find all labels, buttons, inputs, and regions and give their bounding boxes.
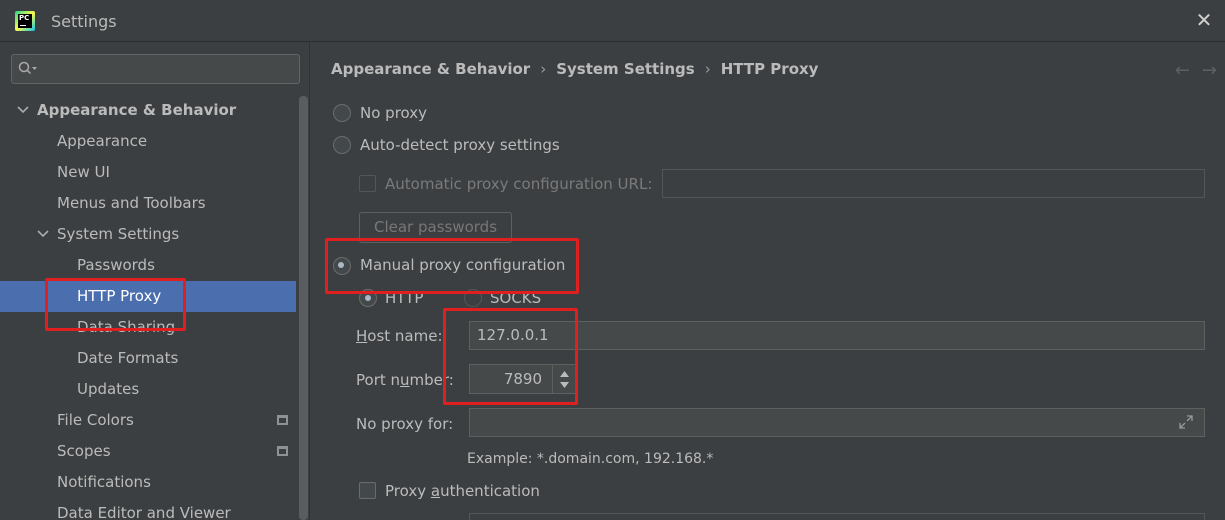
pycharm-app-icon: PC <box>15 11 35 31</box>
manual-proxy-radio-dot <box>333 257 351 275</box>
breadcrumb-item: HTTP Proxy <box>720 60 819 78</box>
host-name-input[interactable]: 127.0.0.1 <box>469 321 1205 350</box>
tree-item-label: System Settings <box>57 225 180 243</box>
tree-item-label: File Colors <box>57 411 134 429</box>
tree-item-label: Date Formats <box>77 349 179 367</box>
breadcrumb-item[interactable]: Appearance & Behavior <box>331 60 530 78</box>
forward-arrow-icon[interactable]: → <box>1202 60 1217 81</box>
tree-item-label: Appearance <box>57 132 148 150</box>
port-number-value[interactable]: 7890 <box>504 365 542 393</box>
tree-item-label: Passwords <box>77 256 155 274</box>
tree-item-scopes[interactable]: Scopes <box>0 436 296 467</box>
tree-item-file-colors[interactable]: File Colors <box>0 405 296 436</box>
http-label[interactable]: HTTP <box>385 289 423 307</box>
auto-detect-label[interactable]: Auto-detect proxy settings <box>360 136 560 154</box>
breadcrumb-item[interactable]: System Settings <box>556 60 695 78</box>
tree-item-appearance[interactable]: Appearance <box>0 126 296 157</box>
project-level-icon <box>277 446 288 456</box>
host-name-label: Host name: <box>356 327 443 345</box>
no-proxy-for-label: No proxy for: <box>356 415 454 433</box>
tree-item-label: Appearance & Behavior <box>37 101 237 119</box>
chevron-right-icon: › <box>704 60 711 78</box>
tree-item-passwords[interactable]: Passwords <box>0 250 296 281</box>
socks-label[interactable]: SOCKS <box>490 289 541 307</box>
socks-radio[interactable] <box>464 289 482 307</box>
tree-item-label: Data Editor and Viewer <box>57 504 231 520</box>
no-proxy-example: Example: *.domain.com, 192.168.* <box>467 451 714 467</box>
window-title: Settings <box>51 12 117 31</box>
port-number-stepper[interactable]: 7890 <box>469 364 576 394</box>
back-arrow-icon[interactable]: ← <box>1175 60 1190 81</box>
history-nav: ← → <box>1163 60 1217 81</box>
tree-item-updates[interactable]: Updates <box>0 374 296 405</box>
tree-item-label: Updates <box>77 380 140 398</box>
title-bar: PC Settings ✕ <box>0 0 1225 42</box>
http-proxy-panel: Appearance & Behavior › System Settings › HT… <box>311 42 1225 520</box>
search-icon <box>18 61 37 75</box>
settings-sidebar: Appearance & Behavior Appearance New UI … <box>0 42 310 520</box>
tree-item-label: Data Sharing <box>77 318 176 336</box>
tree-item-http-proxy[interactable]: HTTP Proxy <box>0 281 296 312</box>
settings-tree: Appearance & Behavior Appearance New UI … <box>0 95 296 520</box>
http-radio[interactable] <box>359 289 377 307</box>
tree-item-date-formats[interactable]: Date Formats <box>0 343 296 374</box>
tree-item-label: Scopes <box>57 442 111 460</box>
auto-detect-radio[interactable] <box>333 136 351 154</box>
clear-passwords-button[interactable]: Clear passwords <box>359 212 512 243</box>
sidebar-scrollbar[interactable] <box>299 96 308 520</box>
tree-item-label: Menus and Toolbars <box>57 194 206 212</box>
breadcrumb: Appearance & Behavior › System Settings › HT… <box>331 60 818 78</box>
chevron-right-icon: › <box>540 60 547 78</box>
tree-item-appearance-behavior[interactable]: Appearance & Behavior <box>0 95 296 126</box>
tree-item-label: New UI <box>57 163 110 181</box>
close-icon[interactable]: ✕ <box>1193 9 1215 31</box>
tree-item-data-editor[interactable]: Data Editor and Viewer <box>0 498 296 520</box>
auto-config-url-label: Automatic proxy configuration URL: <box>385 175 653 193</box>
manual-proxy-label[interactable]: Manual proxy configuration <box>360 256 565 274</box>
expand-icon[interactable] <box>1179 415 1193 429</box>
chevron-down-icon[interactable] <box>17 95 29 126</box>
proxy-auth-label[interactable]: Proxy authentication <box>385 482 540 500</box>
tree-item-menus-toolbars[interactable]: Menus and Toolbars <box>0 188 296 219</box>
auto-config-url-input[interactable] <box>662 169 1205 198</box>
login-input[interactable] <box>469 513 1205 520</box>
port-number-label: Port number: <box>356 371 454 389</box>
tree-item-label: HTTP Proxy <box>77 287 162 305</box>
no-proxy-radio[interactable] <box>333 104 351 122</box>
tree-item-system-settings[interactable]: System Settings <box>0 219 296 250</box>
tree-item-label: Notifications <box>57 473 151 491</box>
tree-item-data-sharing[interactable]: Data Sharing <box>0 312 296 343</box>
no-proxy-label[interactable]: No proxy <box>360 104 427 122</box>
tree-item-new-ui[interactable]: New UI <box>0 157 296 188</box>
search-input[interactable] <box>11 54 300 84</box>
project-level-icon <box>277 415 288 425</box>
no-proxy-for-input[interactable] <box>469 408 1205 437</box>
spinner-arrows-icon[interactable] <box>552 365 575 393</box>
proxy-auth-checkbox[interactable] <box>359 482 376 499</box>
chevron-down-icon[interactable] <box>37 219 49 250</box>
auto-config-url-checkbox[interactable] <box>359 175 376 192</box>
tree-item-notifications[interactable]: Notifications <box>0 467 296 498</box>
